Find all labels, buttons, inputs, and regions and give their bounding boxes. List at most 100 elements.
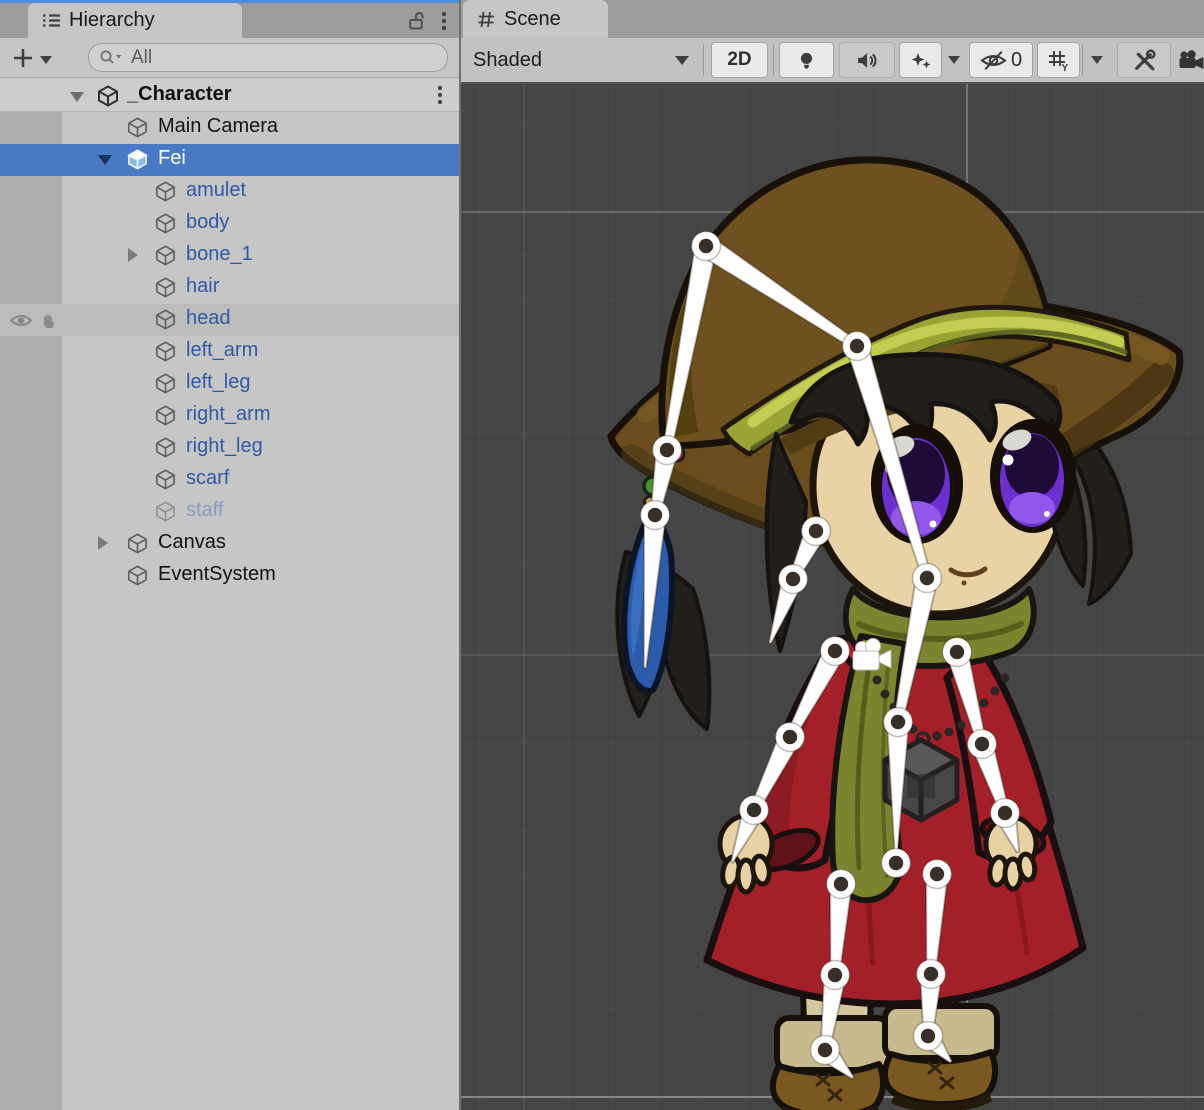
scene-name-label: _Character	[127, 83, 232, 106]
scene-header-row[interactable]: _Character	[0, 79, 459, 112]
gameobject-cube-icon	[126, 148, 149, 176]
tree-row-staff[interactable]: staff	[0, 496, 459, 528]
scene-menu-kebab-icon[interactable]	[437, 85, 443, 105]
grid-visibility-button[interactable]: Y	[1037, 42, 1080, 78]
tree-row-left_arm[interactable]: left_arm	[0, 336, 459, 368]
toolbar-separator	[703, 44, 704, 76]
gameobject-label: right_leg	[186, 435, 263, 458]
create-object-button[interactable]	[8, 43, 38, 73]
gameobject-label: EventSystem	[158, 563, 276, 586]
scene-tab-label: Scene	[504, 8, 561, 31]
tree-row-bone_1[interactable]: bone_1	[0, 240, 459, 272]
gameobject-cube-icon	[154, 500, 177, 528]
tree-row-body[interactable]: body	[0, 208, 459, 240]
scene-toolbar: Shaded 2D 0	[461, 38, 1204, 84]
hidden-objects-count: 0	[1011, 49, 1022, 72]
gameobject-label: left_arm	[186, 339, 258, 362]
gameobject-label: head	[186, 307, 231, 330]
toolbar-separator	[1082, 44, 1083, 76]
hierarchy-toolbar: All	[0, 38, 459, 78]
search-icon	[99, 49, 125, 66]
tree-row-amulet[interactable]: amulet	[0, 176, 459, 208]
gameobject-label: body	[186, 211, 229, 234]
gameobject-label: Canvas	[158, 531, 226, 554]
tools-wrench-icon	[1133, 49, 1156, 72]
row-pickable-hand-icon[interactable]	[40, 311, 59, 334]
hierarchy-menu-kebab-icon[interactable]	[441, 11, 447, 31]
left-boot	[773, 1064, 883, 1110]
gameobject-cube-icon	[154, 212, 177, 240]
tree-row-EventSystem[interactable]: EventSystem	[0, 560, 459, 592]
gameobject-label: staff	[186, 499, 223, 522]
gameobject-cube-icon	[126, 532, 149, 560]
camera-button[interactable]	[1177, 42, 1204, 78]
speaker-icon	[856, 51, 879, 70]
lightbulb-icon	[796, 50, 817, 71]
gameobject-cube-icon	[154, 276, 177, 304]
toggle-2d-button[interactable]: 2D	[711, 42, 768, 78]
gameobject-cube-icon	[154, 372, 177, 400]
gameobject-label: right_arm	[186, 403, 270, 426]
tree-row-head[interactable]: head	[0, 304, 459, 336]
gameobject-cube-icon	[154, 244, 177, 272]
scene-effects-button[interactable]	[899, 42, 942, 78]
grid-axis-icon: Y	[1047, 49, 1071, 72]
expander-closed-icon[interactable]	[128, 248, 138, 262]
unity-scene-icon	[96, 84, 120, 108]
gameobject-cube-icon	[154, 436, 177, 464]
eye-crossed-icon	[980, 50, 1007, 71]
hierarchy-tree: Main Camera Feiamulet body bone_1hair head le…	[0, 112, 459, 1110]
draw-mode-label: Shaded	[473, 49, 542, 72]
gameobject-label: amulet	[186, 179, 246, 202]
scene-lighting-button[interactable]	[779, 42, 834, 78]
effects-dropdown-caret[interactable]	[943, 42, 965, 78]
svg-text:Y: Y	[1061, 63, 1068, 72]
scene-grid-icon	[477, 11, 496, 28]
tree-row-right_arm[interactable]: right_arm	[0, 400, 459, 432]
tab-scene[interactable]: Scene	[463, 0, 608, 38]
tree-row-Main Camera[interactable]: Main Camera	[0, 112, 459, 144]
row-visibility-eye-icon[interactable]	[10, 312, 32, 334]
hidden-objects-button[interactable]: 0	[969, 42, 1033, 78]
hierarchy-panel: Hierarchy All _Character Ma	[0, 0, 459, 1110]
tree-row-left_leg[interactable]: left_leg	[0, 368, 459, 400]
expander-closed-icon[interactable]	[98, 536, 108, 550]
gameobject-label: hair	[186, 275, 219, 298]
scene-expander-icon[interactable]	[70, 92, 84, 102]
hierarchy-tab-bar: Hierarchy	[0, 3, 459, 38]
gameobject-cube-icon	[126, 116, 149, 144]
scene-audio-button[interactable]	[839, 42, 895, 78]
gameobject-label: Fei	[158, 147, 186, 170]
grid-dropdown-caret[interactable]	[1086, 42, 1108, 78]
effects-sparkle-icon	[910, 50, 932, 70]
tree-row-hair[interactable]: hair	[0, 272, 459, 304]
caret-down-icon	[1091, 56, 1103, 64]
lock-icon[interactable]	[408, 11, 425, 30]
tree-row-Fei[interactable]: Fei	[0, 144, 459, 176]
gameobject-label: left_leg	[186, 371, 251, 394]
draw-mode-dropdown[interactable]: Shaded	[461, 38, 703, 82]
gameobject-label: bone_1	[186, 243, 253, 266]
hierarchy-tab-label: Hierarchy	[69, 9, 155, 32]
right-eye	[990, 419, 1076, 533]
scene-viewport[interactable]	[461, 84, 1204, 1110]
gameobject-cube-icon	[154, 340, 177, 368]
gameobject-cube-icon	[154, 308, 177, 336]
tree-row-scarf[interactable]: scarf	[0, 464, 459, 496]
toolbar-separator	[773, 44, 774, 76]
unity-editor-window: Hierarchy All _Character Ma	[0, 0, 1204, 1110]
gameobject-label: Main Camera	[158, 115, 278, 138]
tree-row-Canvas[interactable]: Canvas	[0, 528, 459, 560]
tree-row-right_leg[interactable]: right_leg	[0, 432, 459, 464]
create-object-dropdown-caret[interactable]	[40, 56, 52, 64]
draw-mode-caret-icon	[675, 56, 689, 65]
tab-hierarchy[interactable]: Hierarchy	[28, 3, 242, 38]
search-input[interactable]: All	[88, 43, 448, 72]
gameobject-cube-icon	[154, 180, 177, 208]
gameobject-cube-icon	[126, 564, 149, 592]
hierarchy-list-icon	[42, 12, 61, 29]
customize-tools-button[interactable]	[1117, 42, 1171, 78]
search-filter-label: All	[131, 47, 152, 69]
expander-open-icon[interactable]	[98, 155, 112, 165]
scene-panel: Scene Shaded 2D	[459, 0, 1204, 1110]
